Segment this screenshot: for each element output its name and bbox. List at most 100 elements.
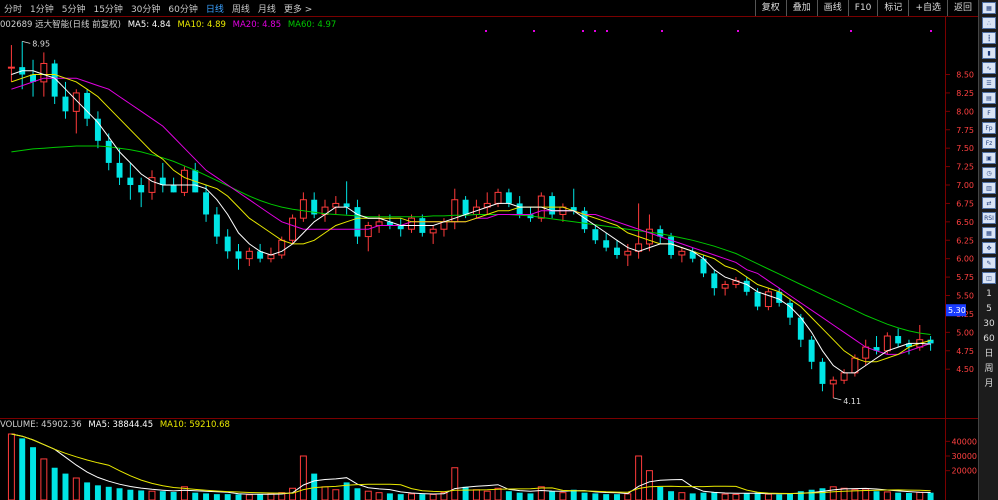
volume-bar: [354, 488, 361, 500]
timeframe-tab[interactable]: 5分钟: [58, 2, 90, 15]
volume-bar: [916, 491, 924, 500]
timeframe-list: 分时 1分钟 5分钟 15分钟 30分钟 60分钟 日线 周线 月线 更多 >: [0, 2, 316, 15]
volume-bar: [235, 494, 242, 500]
volume-bar: [311, 473, 318, 500]
candle-body: [603, 240, 610, 248]
axis-tick-label: 4.75: [956, 347, 974, 356]
candle-body: [127, 177, 134, 186]
volume-chart[interactable]: [0, 432, 945, 500]
ma20-legend: MA20: 4.85: [232, 20, 282, 30]
candle-body: [462, 199, 469, 215]
volume-bar: [72, 477, 80, 500]
ma60-legend: MA60: 4.97: [287, 20, 337, 30]
axis-tick-label: 6.25: [956, 236, 974, 245]
ma10-line: [11, 74, 931, 363]
volume-bar: [332, 489, 340, 500]
candle-body: [375, 221, 383, 227]
volume-bar: [700, 492, 707, 500]
timeframe-tab[interactable]: 15分钟: [89, 2, 126, 15]
volume-tick-label: 30000: [952, 452, 977, 461]
timeframe-tab[interactable]: 1分钟: [26, 2, 58, 15]
volume-bar: [549, 491, 556, 500]
candle-body: [711, 273, 718, 289]
bars2-icon[interactable]: ▥: [982, 182, 996, 194]
volume-bar: [516, 492, 523, 500]
volume-bar: [213, 494, 220, 500]
volume-bar: [84, 482, 91, 500]
candle-body: [895, 336, 902, 344]
candle-body: [840, 372, 848, 381]
candle-body: [299, 199, 307, 219]
ma10-legend: MA10: 4.89: [177, 20, 226, 30]
period-shortcut[interactable]: 周: [979, 362, 998, 377]
chart-icon[interactable]: ▦: [982, 2, 996, 14]
book-icon[interactable]: ▤: [982, 92, 996, 104]
axis-tick-label: 5.00: [956, 328, 974, 337]
candle-body: [408, 217, 415, 230]
clock-icon[interactable]: ◷: [982, 167, 996, 179]
tool-button[interactable]: 画线: [816, 0, 848, 16]
volume-bar: [668, 491, 675, 500]
period-shortcut[interactable]: 1: [979, 287, 998, 302]
f10-icon[interactable]: F: [982, 107, 996, 119]
volume-bar: [537, 486, 545, 500]
candles-icon[interactable]: ┇: [982, 32, 996, 44]
volume-ma10-line: [11, 433, 931, 495]
candle-body: [927, 339, 934, 344]
fp-icon[interactable]: Fp: [982, 122, 996, 134]
event-marker: [533, 30, 535, 32]
volume-bar: [483, 490, 491, 500]
volume-bar: [472, 489, 480, 500]
event-marker: [737, 30, 739, 32]
move-icon[interactable]: ✥: [982, 242, 996, 254]
timeframe-tab[interactable]: 分时: [0, 2, 26, 15]
tool-button[interactable]: 标记: [877, 0, 908, 16]
volume-legend: VOLUME: 45902.36 MA5: 38844.45 MA10: 592…: [0, 420, 234, 432]
tool-button[interactable]: +自选: [908, 0, 947, 16]
tool-button[interactable]: 复权: [754, 0, 786, 16]
fz-icon[interactable]: Fz: [982, 137, 996, 149]
axis-tick-label: 7.00: [956, 181, 974, 190]
line-chart-icon[interactable]: ∿: [982, 62, 996, 74]
period-shortcut[interactable]: 5: [979, 302, 998, 317]
list-icon[interactable]: ☰: [982, 77, 996, 89]
volume-bar: [364, 490, 372, 500]
volume-bar: [743, 493, 750, 500]
volume-bar: [51, 467, 58, 500]
grid-icon[interactable]: ▦: [982, 227, 996, 239]
candle-body: [170, 185, 177, 193]
tool-button[interactable]: 叠加: [785, 0, 817, 16]
price-chart[interactable]: 8.95 4.11: [0, 30, 945, 418]
period-shortcut[interactable]: 60: [979, 332, 998, 347]
pencil-icon[interactable]: ✎: [982, 257, 996, 269]
price-legend: 002689 远大智能(日线 前复权) MA5: 4.84 MA10: 4.89…: [0, 18, 340, 30]
volume-bar: [62, 473, 69, 500]
period-shortcut[interactable]: 月: [979, 377, 998, 392]
timeframe-bar: 分时 1分钟 5分钟 15分钟 30分钟 60分钟 日线 周线 月线 更多 > 复权 叠加 画线 F10…: [0, 0, 978, 17]
volume-value: VOLUME: 45902.36: [0, 420, 82, 430]
right-toolbar: ▦ ∴ ┇ ▮ ∿ ☰ ▤ F Fp Fz ▣ ◷ ▥ ⇄ RSI ▦ ✥ ✎ ◫ 1 5 30 60 日周月: [978, 0, 998, 500]
timeframe-tab[interactable]: 月线: [254, 2, 280, 15]
rsi-icon[interactable]: RSI: [982, 212, 996, 224]
arrows-icon[interactable]: ⇄: [982, 197, 996, 209]
period-shortcut[interactable]: 日: [979, 347, 998, 362]
axis-tick-label: 6.75: [956, 199, 974, 208]
pick-icon[interactable]: ◫: [982, 272, 996, 284]
timeframe-tab[interactable]: 周线: [228, 2, 254, 15]
candle-body: [364, 225, 372, 238]
candle-body: [235, 251, 242, 259]
quote-icon[interactable]: ▣: [982, 152, 996, 164]
candle-body: [764, 291, 772, 308]
volume-tick-label: 40000: [952, 437, 977, 446]
volume-bar: [159, 491, 166, 500]
period-shortcut[interactable]: 30: [979, 317, 998, 332]
timeframe-tab[interactable]: 60分钟: [164, 2, 201, 15]
bars-icon[interactable]: ▮: [982, 47, 996, 59]
timeframe-tab[interactable]: 更多 >: [280, 2, 316, 15]
dots-icon[interactable]: ∴: [982, 17, 996, 29]
timeframe-tab[interactable]: 30分钟: [127, 2, 164, 15]
tool-button[interactable]: F10: [847, 0, 878, 16]
timeframe-tab[interactable]: 日线: [202, 2, 228, 15]
event-marker: [850, 30, 852, 32]
volume-bar: [40, 458, 48, 500]
